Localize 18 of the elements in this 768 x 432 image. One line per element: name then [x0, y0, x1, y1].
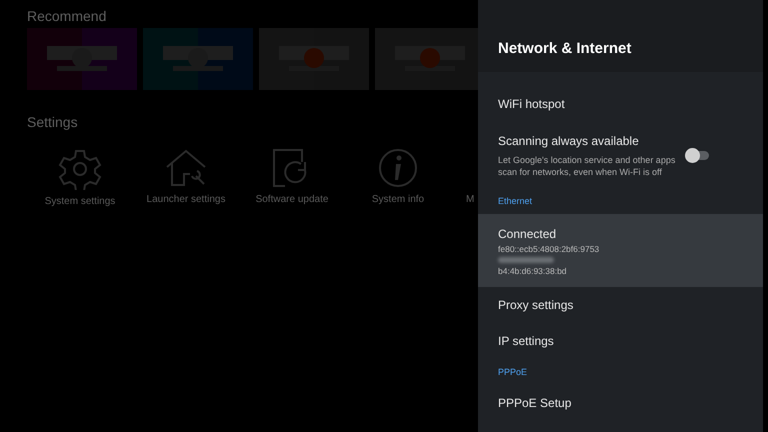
- house-icon: [164, 148, 208, 188]
- item-description: Let Google's location service and other apps scan for networks, even when Wi-Fi is off: [498, 154, 676, 178]
- menu-item[interactable]: PPPoE Setup: [478, 385, 763, 421]
- info-icon: [377, 148, 419, 188]
- section-header: Ethernet: [498, 196, 532, 206]
- toggle-switch[interactable]: [687, 150, 709, 160]
- menu-item[interactable]: Connected fe80::ecb5:4808:2bf6:9753 b4:4b:d6:93:38:bd: [478, 214, 763, 287]
- section-title: Recommend: [27, 8, 108, 24]
- section-title: Settings: [27, 114, 79, 130]
- address-text: fe80::ecb5:4808:2bf6:9753: [498, 244, 600, 255]
- gear-icon: [57, 148, 103, 190]
- menu-item[interactable]: WiFi hotspot: [478, 86, 763, 122]
- panel-title: Network & Internet: [498, 40, 632, 57]
- menu-item[interactable]: Proxy settings: [478, 287, 763, 323]
- menu-item[interactable]: Scanning always available Let Google's location service and other apps scan for networks, even when Wi-Fi is off: [478, 122, 763, 188]
- section-header: PPPoE: [498, 367, 528, 377]
- menu-item[interactable]: IP settings: [478, 323, 763, 359]
- address-text: b4:4b:d6:93:38:bd: [498, 266, 568, 277]
